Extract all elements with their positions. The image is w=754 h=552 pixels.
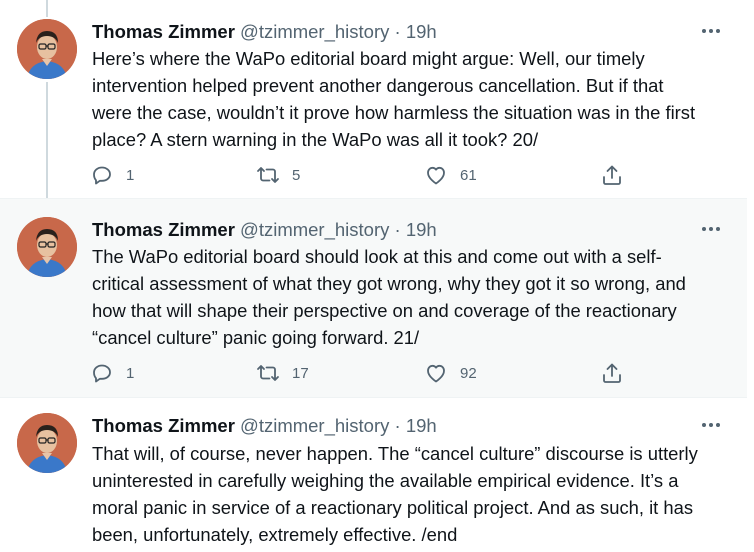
author-handle[interactable]: @tzimmer_history [240, 21, 389, 42]
share-button[interactable] [600, 361, 624, 385]
timestamp[interactable]: 19h [406, 219, 437, 240]
tweet-text-line: how that will shape their perspective on… [92, 300, 677, 321]
tweet-text-line: That will, of course, never happen. The … [92, 443, 698, 464]
more-horizontal-icon [702, 29, 706, 33]
tweet-text: That will, of course, never happen. The … [92, 440, 732, 548]
tweet-text-line: place? A stern warning in the WaPo was a… [92, 129, 539, 150]
author-name[interactable]: Thomas Zimmer [92, 21, 235, 42]
separator: · [394, 21, 401, 42]
tweet-text-line: critical assessment of what they got wro… [92, 273, 686, 294]
more-horizontal-icon [702, 227, 706, 231]
reply-icon [93, 364, 111, 383]
author-handle[interactable]: @tzimmer_history [240, 415, 389, 436]
like-count: 61 [460, 166, 477, 184]
tweet-text-line: Here’s where the WaPo editorial board mi… [92, 48, 645, 69]
retweet-count: 5 [292, 166, 301, 184]
tweet-header: Thomas Zimmer @tzimmer_history · 19h [92, 218, 437, 242]
thread-connector [46, 82, 48, 198]
heart-icon [427, 364, 445, 383]
more-options-button[interactable] [699, 21, 723, 41]
tweet-text-line: “cancel culture” panic going forward. 21… [92, 327, 420, 348]
avatar[interactable] [17, 413, 77, 473]
tweet-text-line: moral panic in service of a reactionary … [92, 497, 694, 518]
tweet-header: Thomas Zimmer @tzimmer_history · 19h [92, 20, 437, 44]
retweet-count: 17 [292, 364, 309, 382]
tweet-text-line: intervention helped prevent another dang… [92, 75, 664, 96]
reply-button[interactable]: 1 [90, 163, 134, 187]
author-name[interactable]: Thomas Zimmer [92, 219, 235, 240]
thread-connector [46, 0, 48, 17]
tweet-text-line: uninterested in carefully weighing the a… [92, 470, 679, 491]
timestamp[interactable]: 19h [406, 415, 437, 436]
retweet-icon [257, 167, 279, 183]
reply-count: 1 [126, 166, 135, 184]
heart-icon [427, 166, 445, 185]
author-name[interactable]: Thomas Zimmer [92, 415, 235, 436]
like-count: 92 [460, 364, 477, 382]
reply-icon [93, 166, 111, 185]
more-options-button[interactable] [699, 415, 723, 435]
author-handle[interactable]: @tzimmer_history [240, 219, 389, 240]
tweet-text: Here’s where the WaPo editorial board mi… [92, 45, 732, 153]
reply-button[interactable]: 1 [90, 361, 134, 385]
retweet-button[interactable]: 5 [256, 163, 300, 187]
tweet-text-line: were the case, wouldn’t it prove how har… [92, 102, 696, 123]
tweet-header: Thomas Zimmer @tzimmer_history · 19h [92, 414, 437, 438]
reply-count: 1 [126, 364, 135, 382]
more-horizontal-icon [702, 423, 706, 427]
share-button[interactable] [600, 163, 624, 187]
tweet[interactable]: Thomas Zimmer @tzimmer_history · 19h Her… [0, 0, 747, 198]
like-button[interactable]: 92 [424, 361, 477, 385]
like-button[interactable]: 61 [424, 163, 477, 187]
share-icon [603, 165, 621, 185]
tweet-text-line: been, unfortunately, extremely effective… [92, 524, 458, 545]
timestamp[interactable]: 19h [406, 21, 437, 42]
more-options-button[interactable] [699, 219, 723, 239]
avatar[interactable] [17, 19, 77, 79]
separator: · [394, 219, 401, 240]
tweet-text-line: The WaPo editorial board should look at … [92, 246, 662, 267]
tweet[interactable]: Thomas Zimmer @tzimmer_history · 19h Tha… [0, 398, 747, 552]
tweet-text: The WaPo editorial board should look at … [92, 243, 732, 351]
tweet[interactable]: Thomas Zimmer @tzimmer_history · 19h The… [0, 198, 747, 398]
retweet-icon [257, 365, 279, 381]
share-icon [603, 363, 621, 383]
avatar[interactable] [17, 217, 77, 277]
retweet-button[interactable]: 17 [256, 361, 309, 385]
separator: · [394, 415, 401, 436]
